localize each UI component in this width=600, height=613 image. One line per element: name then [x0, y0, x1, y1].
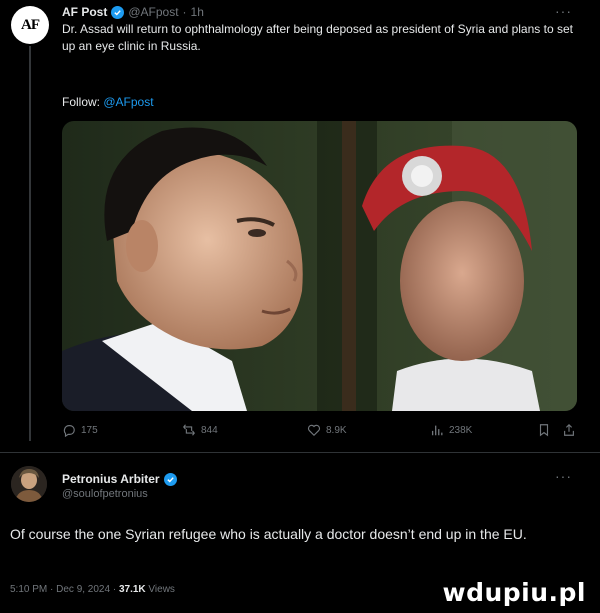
reply-author-handle[interactable]: @soulofpetronius [62, 488, 148, 500]
like-count: 8.9K [326, 424, 347, 436]
follow-label: Follow: [62, 95, 101, 109]
views-count: 238K [449, 424, 473, 436]
reply-meta: 5:10 PM · Dec 9, 2024 · 37.1K Views [10, 584, 175, 595]
reply-count: 175 [81, 424, 98, 436]
verified-badge-icon [111, 5, 125, 19]
thread-line [29, 46, 31, 441]
views-icon [431, 425, 443, 436]
follow-line: Follow: @AFpost [62, 95, 154, 109]
like-icon [307, 424, 321, 437]
author-avatar[interactable]: AF [11, 6, 49, 44]
author-name[interactable]: AF Post [62, 5, 107, 19]
bookmark-button[interactable] [537, 423, 551, 437]
post-text: Dr. Assad will return to ophthalmology a… [62, 22, 573, 53]
reply-views-label: Views [148, 584, 175, 595]
share-icon [564, 423, 574, 436]
reply-timestamp[interactable]: 5:10 PM · Dec 9, 2024 · [10, 584, 116, 595]
like-button[interactable]: 8.9K [307, 423, 347, 437]
watermark: wdupiu.pl [442, 578, 586, 607]
reply-author-name[interactable]: Petronius Arbiter [62, 472, 160, 486]
post-header: AF Post @AFpost · 1h [62, 5, 204, 19]
repost-button[interactable]: 844 [182, 423, 218, 437]
reply-button[interactable]: 175 [62, 423, 98, 437]
follow-handle-link[interactable]: @AFpost [103, 95, 153, 109]
divider [0, 452, 600, 453]
repost-count: 844 [201, 424, 218, 436]
post-time[interactable]: 1h [191, 5, 204, 19]
reply-icon [63, 425, 75, 437]
more-icon[interactable]: ··· [555, 468, 572, 484]
author-handle[interactable]: @AFpost [128, 5, 178, 19]
photo-illustration [62, 121, 577, 411]
reply-author-avatar[interactable] [11, 466, 47, 502]
more-icon[interactable]: ··· [555, 3, 572, 19]
reply-text: Of course the one Syrian refugee who is … [10, 526, 527, 542]
avatar-picture [11, 466, 47, 502]
post-image[interactable] [62, 121, 577, 411]
share-button[interactable] [562, 423, 576, 437]
reply-views-count: 37.1K [118, 584, 146, 595]
separator-dot: · [182, 5, 187, 19]
post-actions: 175 844 8.9K 238K [62, 423, 582, 441]
repost-icon [183, 424, 195, 436]
bookmark-icon [539, 424, 549, 437]
views-button[interactable]: 238K [430, 423, 472, 437]
reply-header: Petronius Arbiter [62, 472, 177, 486]
verified-badge-icon [163, 472, 177, 486]
